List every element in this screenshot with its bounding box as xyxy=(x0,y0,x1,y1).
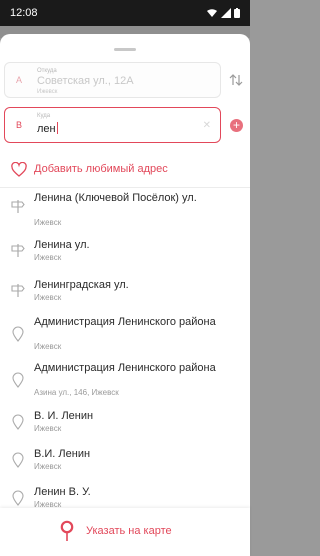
from-caption: Откуда xyxy=(37,68,57,74)
result-subtitle: Ижевск xyxy=(34,424,62,433)
list-item[interactable]: Ленина (Ключевой Посёлок) ул. Ижевск xyxy=(0,192,250,230)
from-field[interactable]: A Откуда Советская ул., 12А Ижевск xyxy=(4,62,221,98)
wifi-icon xyxy=(207,9,217,17)
show-on-map-button[interactable]: Указать на карте xyxy=(0,508,250,556)
status-time: 12:08 xyxy=(10,7,38,19)
point-b-label: B xyxy=(16,120,23,130)
to-field[interactable]: B Куда лен ✕ xyxy=(4,107,221,143)
add-favorite-label: Добавить любимый адрес xyxy=(34,163,168,175)
result-subtitle: Ижевск xyxy=(34,293,62,302)
route-sheet: A Откуда Советская ул., 12А Ижевск B Куд… xyxy=(0,34,250,556)
list-item[interactable]: Администрация Ленинского района Ижевск xyxy=(0,310,250,356)
result-title: Администрация Ленинского района xyxy=(34,316,216,328)
location-pin-icon xyxy=(12,452,24,468)
result-subtitle: Ижевск xyxy=(34,218,62,227)
status-icons xyxy=(206,8,240,18)
swap-icon[interactable] xyxy=(228,72,244,88)
status-bar: 12:08 xyxy=(0,0,250,26)
list-item[interactable]: В.И. Ленин Ижевск xyxy=(0,442,250,480)
list-item[interactable]: В. И. Ленин Ижевск xyxy=(0,404,250,442)
point-a-label: A xyxy=(16,75,23,85)
location-pin-icon xyxy=(12,326,24,342)
result-title: Администрация Ленинского района xyxy=(34,362,216,374)
location-pin-icon xyxy=(12,414,24,430)
result-subtitle: Ижевск xyxy=(34,462,62,471)
list-item[interactable]: Ленинградская ул. Ижевск xyxy=(0,270,250,310)
result-title: В. И. Ленин xyxy=(34,410,94,422)
location-pin-icon xyxy=(12,490,24,506)
to-input[interactable]: лен xyxy=(37,122,58,135)
result-title: Ленина ул. xyxy=(34,239,90,251)
list-item[interactable]: Администрация Ленинского района Азина ул… xyxy=(0,356,250,404)
to-input-text: лен xyxy=(37,123,56,135)
divider xyxy=(0,187,250,188)
street-sign-icon xyxy=(11,284,25,297)
sheet-grabber[interactable] xyxy=(114,48,136,51)
heart-icon xyxy=(11,162,27,177)
result-title: Ленинградская ул. xyxy=(34,279,129,291)
street-sign-icon xyxy=(11,200,25,213)
add-stop-icon[interactable]: + xyxy=(230,119,243,132)
signal-icon xyxy=(221,8,231,18)
show-on-map-label: Указать на карте xyxy=(86,525,172,537)
result-title: Ленина (Ключевой Посёлок) ул. xyxy=(34,192,197,204)
result-subtitle: Ижевск xyxy=(34,253,62,262)
street-sign-icon xyxy=(11,244,25,257)
map-pin-icon xyxy=(60,520,74,541)
result-title: Ленин В. У. xyxy=(34,486,91,498)
clear-icon[interactable]: ✕ xyxy=(203,120,211,131)
location-pin-icon xyxy=(12,372,24,388)
results-list: Ленина (Ключевой Посёлок) ул. Ижевск Лен… xyxy=(0,192,250,518)
from-address: Советская ул., 12А xyxy=(37,75,134,87)
result-title: В.И. Ленин xyxy=(34,448,91,460)
result-subtitle: Азина ул., 146, Ижевск xyxy=(34,388,119,397)
from-city: Ижевск xyxy=(37,89,58,95)
result-subtitle: Ижевск xyxy=(34,342,62,351)
text-cursor xyxy=(56,122,58,134)
add-favorite-button[interactable]: Добавить любимый адрес xyxy=(0,155,250,185)
list-item[interactable]: Ленина ул. Ижевск xyxy=(0,230,250,270)
to-caption: Куда xyxy=(37,113,51,119)
battery-icon xyxy=(234,8,240,18)
